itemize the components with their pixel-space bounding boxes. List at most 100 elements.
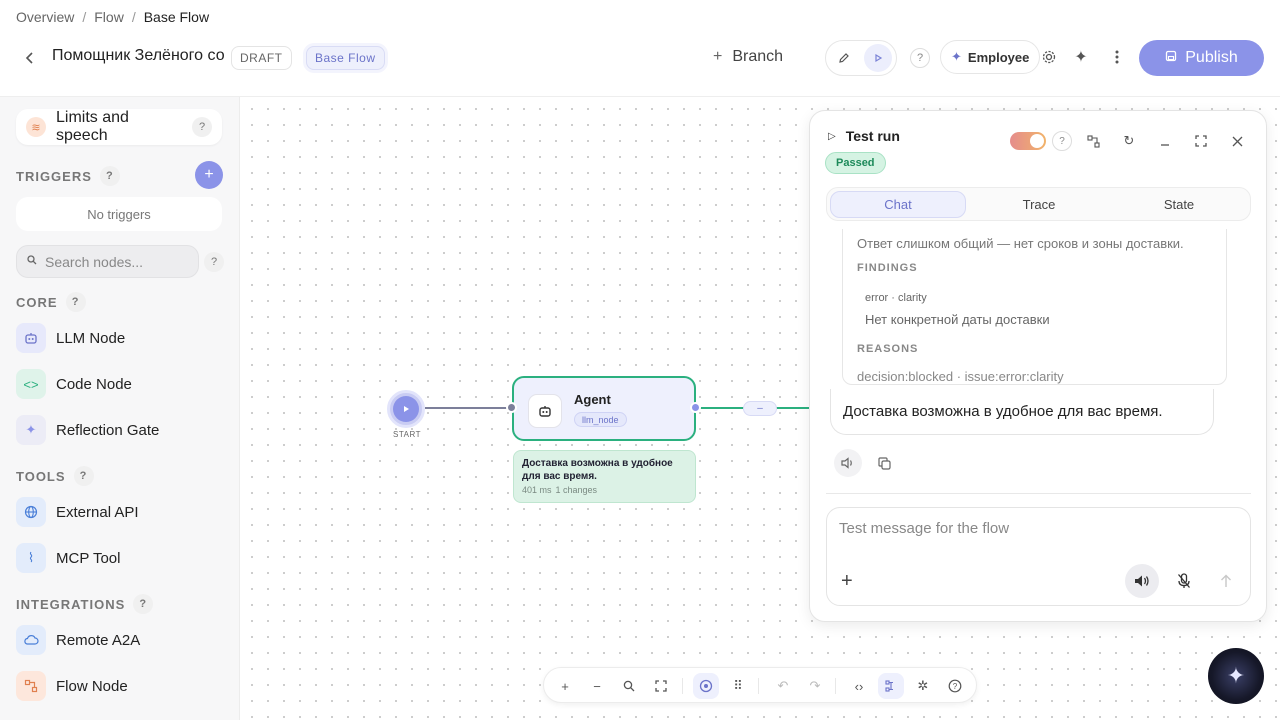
agent-node[interactable]: Agent llm_node [512,376,696,441]
core-heading-label: CORE [16,294,58,310]
chat-messages[interactable]: Ответ слишком общий — нет сроков и зоны … [826,229,1251,493]
help-icon[interactable]: ? [133,594,154,614]
publish-button[interactable]: Publish [1139,40,1264,76]
minimize-icon[interactable] [1154,130,1176,152]
publish-label: Publish [1185,49,1238,66]
sidebar-item-label: Remote A2A [56,631,141,649]
help-icon[interactable]: ? [65,292,86,312]
sidebar-item-reflection-gate[interactable]: ✦ Reflection Gate [16,413,226,447]
sparkle-icon: ✦ [16,415,46,445]
layout-icon[interactable] [878,673,904,699]
agent-input-handle[interactable] [506,402,517,413]
breadcrumb-overview[interactable]: Overview [16,9,74,25]
play-icon[interactable] [864,44,892,72]
zoom-in-icon[interactable]: + [552,673,578,699]
sidebar-item-label: Reflection Gate [56,421,160,439]
gear-icon[interactable] [1038,46,1060,68]
sidebar-item-llm-node[interactable]: LLM Node [16,321,226,355]
close-icon[interactable] [1226,130,1248,152]
tools-heading: TOOLS ? [16,466,94,486]
zoom-out-icon[interactable]: − [584,673,610,699]
breadcrumb-flow[interactable]: Flow [94,9,124,25]
composer-divider [826,493,1251,494]
output-meta: 401 ms 1 changes [522,485,687,495]
flow-title[interactable]: Помощник Зелёного со [52,47,224,65]
tools-heading-label: TOOLS [16,468,66,484]
help-icon[interactable]: ? [204,252,224,272]
tree-icon[interactable] [1082,130,1104,152]
target-icon[interactable] [693,673,719,699]
tab-trace[interactable]: Trace [971,191,1107,218]
help-icon[interactable]: ? [192,117,212,137]
search-input[interactable]: Search nodes... [16,245,199,278]
undo-icon[interactable]: ↶ [770,673,796,699]
sidebar-item-label: LLM Node [56,329,126,347]
message-composer[interactable]: Test message for the flow + [826,507,1251,606]
magic-icon[interactable]: ✦ [1070,46,1092,68]
grid-icon[interactable]: ⠿ [725,673,751,699]
help-icon[interactable]: ? [1052,131,1072,151]
output-duration: 401 ms [522,485,552,495]
output-text: Доставка возможна в удобное для вас врем… [522,458,673,482]
sidebar-item-code-node[interactable]: <> Code Node [16,367,226,401]
chevron-left-icon[interactable] [20,48,40,68]
sidebar-item-flow-node[interactable]: Flow Node [16,669,226,703]
redo-icon[interactable]: ↷ [802,673,828,699]
add-attachment-icon[interactable]: + [841,570,853,593]
sidebar-item-mcp-tool[interactable]: ⌇ MCP Tool [16,541,226,575]
mic-off-icon[interactable] [1167,564,1201,598]
network-icon[interactable]: ✲ [910,673,936,699]
triggers-heading: TRIGGERS ? [16,166,120,186]
fit-view-icon[interactable] [648,673,674,699]
tab-chat[interactable]: Chat [830,191,966,218]
help-icon[interactable]: ? [910,48,930,68]
sidebar-item-external-api[interactable]: External API [16,495,226,529]
composer-placeholder: Test message for the flow [839,520,1010,537]
employee-button[interactable]: ✦ Employee [940,40,1041,74]
speaker-icon[interactable] [834,449,862,477]
copy-icon[interactable] [870,449,898,477]
branch-button[interactable]: + Branch [713,48,783,66]
kebab-icon[interactable] [1106,46,1128,68]
help-icon[interactable]: ? [99,166,120,186]
limits-and-speech-button[interactable]: ≋ Limits and speech ? [16,109,222,145]
code-icon[interactable]: ‹› [846,673,872,699]
edge-start-agent [425,407,512,409]
finding-text: Нет конкретной даты доставки [865,312,1050,327]
search-icon[interactable] [616,673,642,699]
sliders-icon: ≋ [26,117,46,137]
add-trigger-button[interactable]: + [195,161,223,189]
edge-midpoint-node[interactable]: – [743,401,777,416]
sparkle-icon: ✦ [951,49,962,64]
base-flow-badge[interactable]: Base Flow [306,46,385,70]
start-label: START [393,430,421,439]
agent-output-handle[interactable] [690,402,701,413]
pencil-icon[interactable] [830,44,858,72]
flow-icon [16,671,46,701]
send-icon[interactable] [1209,564,1243,598]
title-bar: Помощник Зелёного со DRAFT Base Flow + B… [0,38,1280,78]
integrations-heading: INTEGRATIONS ? [16,594,154,614]
ai-assistant-button[interactable]: ✦ [1208,648,1264,704]
collapse-triangle-icon[interactable]: ▷ [828,131,836,142]
limits-label: Limits and speech [56,109,129,144]
evaluation-card: Ответ слишком общий — нет сроков и зоны … [842,229,1227,385]
breadcrumb-current: Base Flow [143,9,210,25]
output-changes: 1 changes [555,485,598,495]
globe-icon [16,497,46,527]
start-node[interactable] [387,390,425,428]
help-icon[interactable]: ? [942,673,968,699]
breadcrumb-separator: / [82,9,87,25]
speaker-icon[interactable] [1125,564,1159,598]
help-icon[interactable]: ? [73,466,94,486]
test-run-header[interactable]: ▷ Test run [828,128,900,144]
expand-icon[interactable] [1190,130,1212,152]
voice-toggle[interactable] [1010,132,1046,150]
toolbar-divider [758,678,759,694]
reset-icon[interactable]: ↻ [1118,130,1140,152]
agent-node-title: Agent [574,392,611,407]
tab-state[interactable]: State [1111,191,1247,218]
core-heading: CORE ? [16,292,86,312]
sidebar-item-remote-a2a[interactable]: Remote A2A [16,623,226,657]
plug-icon: ⌇ [16,543,46,573]
